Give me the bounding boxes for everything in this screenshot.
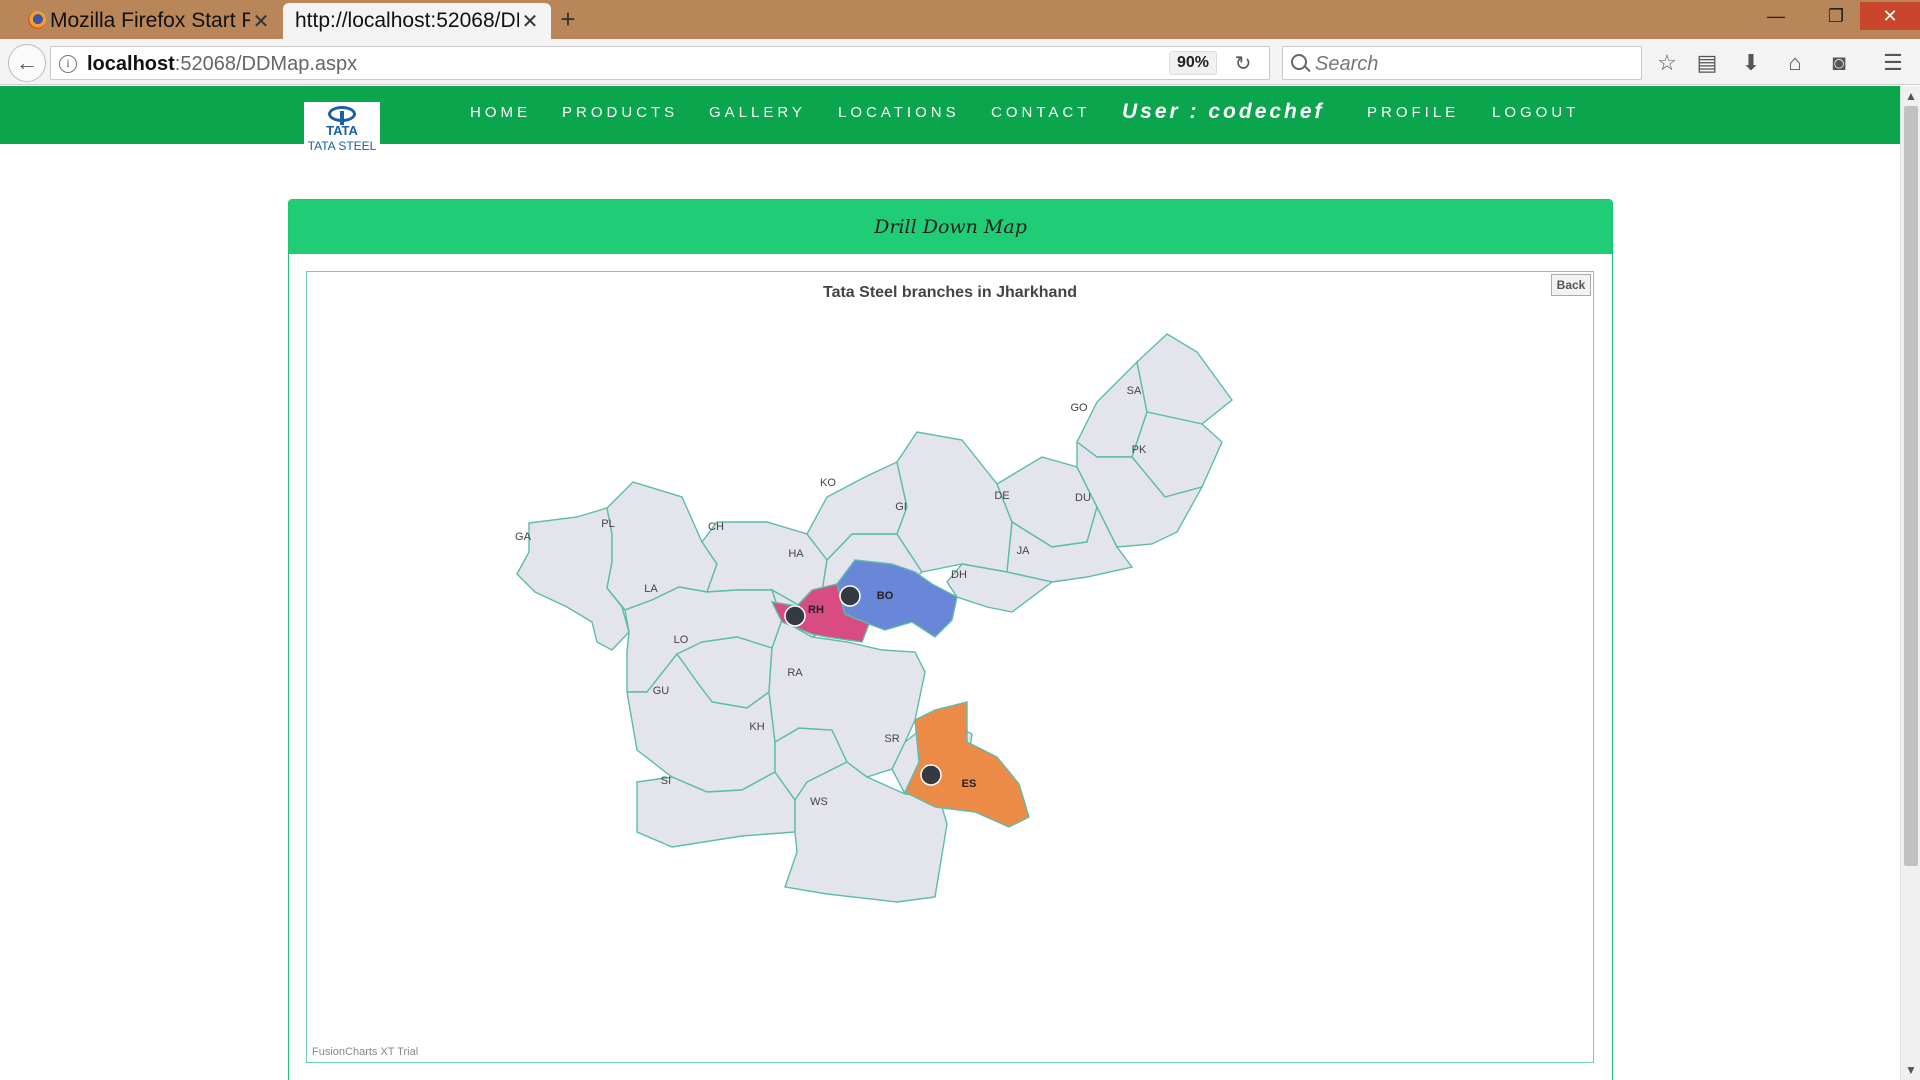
region-gi[interactable] <box>896 431 1013 573</box>
region-label: GA <box>515 531 532 543</box>
home-icon[interactable]: ⌂ <box>1780 48 1810 78</box>
nav-products[interactable]: PRODUCTS <box>562 104 678 121</box>
reload-icon[interactable]: ↻ <box>1229 50 1257 78</box>
scroll-up-icon[interactable]: ▲ <box>1901 86 1920 106</box>
fusioncharts-watermark: FusionCharts XT Trial <box>312 1046 419 1058</box>
map-chart: Tata Steel branches in Jharkhand Back GA… <box>306 271 1594 1063</box>
scroll-thumb[interactable] <box>1904 106 1918 866</box>
region-label: PK <box>1132 444 1147 456</box>
close-window-button[interactable]: ✕ <box>1860 2 1920 30</box>
region-label: RH <box>808 604 824 616</box>
menu-icon[interactable]: ☰ <box>1878 48 1908 78</box>
region-label: CH <box>708 521 724 533</box>
browser-tab-ddmap[interactable]: http://localhost:52068/DDMap.aspx ✕ <box>283 3 551 39</box>
scroll-down-icon[interactable]: ▼ <box>1901 1060 1920 1080</box>
search-placeholder: Search <box>1315 53 1379 75</box>
close-tab-icon[interactable]: ✕ <box>250 9 272 34</box>
branch-marker-bo[interactable] <box>839 585 861 607</box>
tata-steel-logo[interactable]: TATA TATA STEEL <box>304 102 380 156</box>
download-icon[interactable]: ⬇ <box>1736 48 1766 78</box>
region-label: DE <box>994 490 1009 502</box>
tab-title: http://localhost:52068/DDMap.aspx <box>295 9 519 32</box>
logo-line2: TATA STEEL <box>307 139 377 153</box>
region-label: BO <box>877 590 894 602</box>
bookmark-star-icon[interactable]: ☆ <box>1652 48 1682 78</box>
region-label: LA <box>644 583 658 595</box>
close-tab-icon[interactable]: ✕ <box>519 9 541 34</box>
region-label: DU <box>1075 492 1091 504</box>
site-header: TATA TATA STEEL HOME PRODUCTS GALLERY LO… <box>0 86 1900 156</box>
tab-title: Mozilla Firefox Start Page <box>50 9 250 32</box>
region-label: HA <box>788 548 804 560</box>
region-label: LO <box>674 634 689 646</box>
region-label: DH <box>951 569 967 581</box>
logo-line1: TATA <box>326 123 358 138</box>
panel-header: Drill Down Map <box>289 200 1612 254</box>
region-label: RA <box>787 667 803 679</box>
search-icon <box>1291 54 1307 70</box>
region-label: KH <box>749 721 764 733</box>
nav-locations[interactable]: LOCATIONS <box>838 104 960 121</box>
zoom-indicator[interactable]: 90% <box>1169 51 1217 75</box>
region-label: SA <box>1127 385 1142 397</box>
region-label: SR <box>884 733 899 745</box>
nav-logout[interactable]: LOGOUT <box>1492 104 1579 121</box>
pocket-icon[interactable]: ◙ <box>1824 48 1854 78</box>
minimize-button[interactable]: — <box>1756 2 1796 30</box>
region-label: PL <box>601 518 614 530</box>
firefox-icon <box>28 11 46 29</box>
new-tab-button[interactable]: + <box>556 4 580 34</box>
panel-title: Drill Down Map <box>874 216 1027 238</box>
restore-button[interactable]: ❐ <box>1816 2 1856 30</box>
branch-marker-rh[interactable] <box>784 605 806 627</box>
nav-profile[interactable]: PROFILE <box>1367 104 1459 121</box>
page-viewport: TATA TATA STEEL HOME PRODUCTS GALLERY LO… <box>0 86 1900 1080</box>
region-label: KO <box>820 477 836 489</box>
nav-gallery[interactable]: GALLERY <box>709 104 806 121</box>
region-label: SI <box>661 775 671 787</box>
branch-marker-es[interactable] <box>920 764 942 786</box>
page-scrollbar[interactable]: ▲ ▼ <box>1900 86 1920 1080</box>
reading-list-icon[interactable]: ▤ <box>1692 48 1722 78</box>
region-label: GO <box>1070 402 1088 414</box>
region-label: WS <box>810 796 828 808</box>
region-sa[interactable] <box>1136 333 1233 425</box>
browser-tab-start-page[interactable]: Mozilla Firefox Start Page ✕ <box>20 3 282 39</box>
tata-logo-icon <box>328 106 356 125</box>
region-label: GU <box>653 685 670 697</box>
back-button[interactable]: ← <box>8 44 46 82</box>
nav-home[interactable]: HOME <box>470 104 531 121</box>
nav-user-label: User : codechef <box>1122 100 1325 123</box>
region-label: JA <box>1017 545 1031 557</box>
search-input[interactable]: Search <box>1282 46 1642 80</box>
map-regions <box>516 333 1233 903</box>
url-text[interactable]: localhost:52068/DDMap.aspx <box>87 53 357 76</box>
region-label: ES <box>962 778 977 790</box>
info-icon[interactable]: i <box>59 55 77 73</box>
jharkhand-map: GA PL CH LA LO GU SI KH WS SR RA HA KO G… <box>515 333 1233 903</box>
browser-titlebar: Mozilla Firefox Start Page ✕ http://loca… <box>0 0 1920 39</box>
url-bar[interactable]: i localhost:52068/DDMap.aspx 90% ↻ <box>50 46 1270 80</box>
region-label: GI <box>895 501 907 513</box>
browser-navbar: ← i localhost:52068/DDMap.aspx 90% ↻ Sea… <box>0 39 1920 85</box>
nav-contact[interactable]: CONTACT <box>991 104 1090 121</box>
